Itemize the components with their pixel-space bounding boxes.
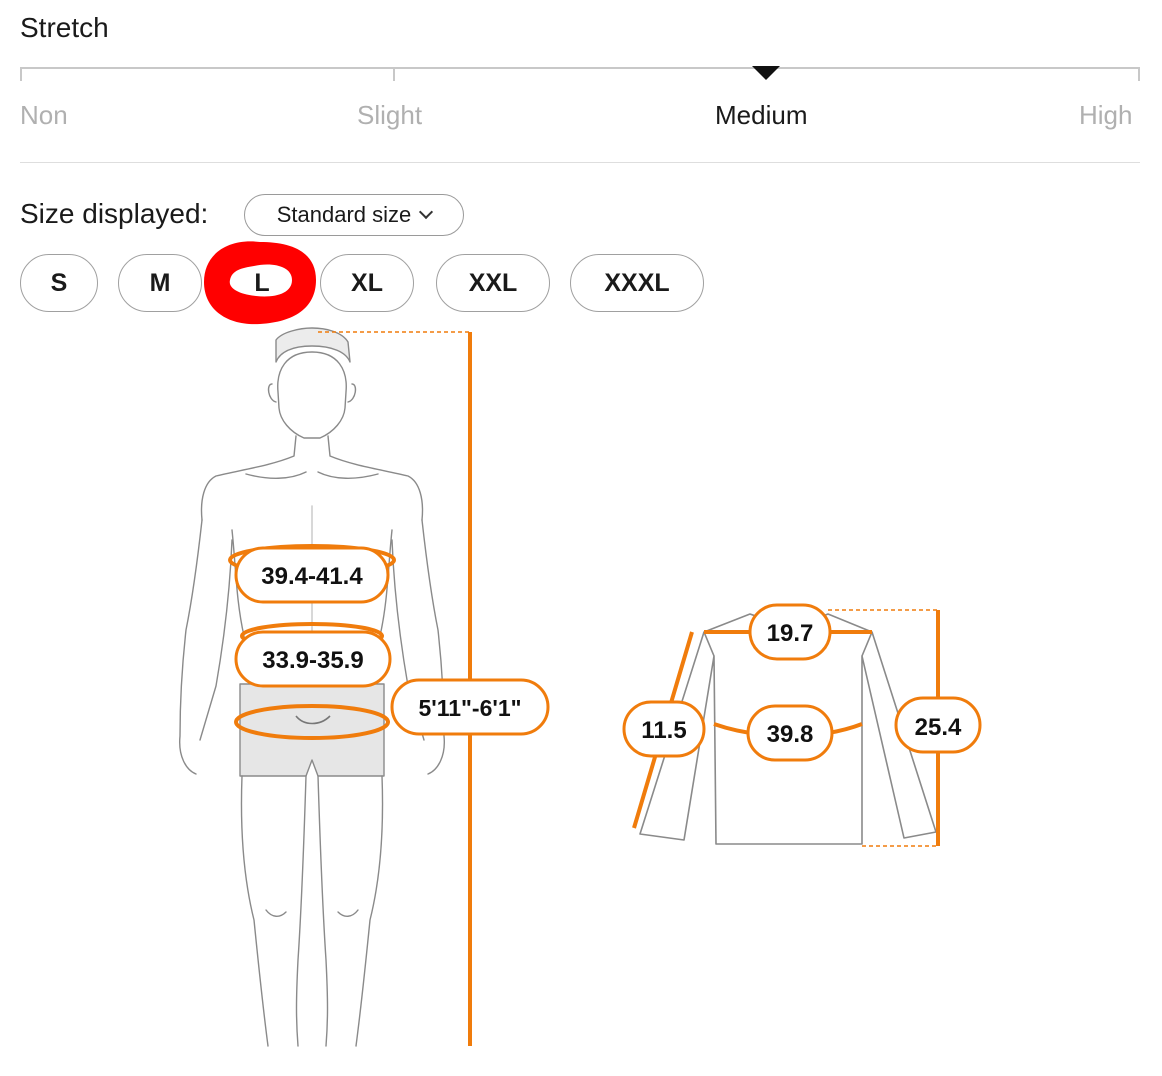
stretch-selected-marker bbox=[752, 66, 780, 80]
stretch-level-high: High bbox=[1079, 100, 1133, 130]
size-button-xl[interactable]: XL bbox=[320, 254, 414, 312]
measurement-shoulder-pill: 19.7 bbox=[748, 603, 832, 661]
stretch-level-non: Non bbox=[20, 100, 68, 130]
size-displayed-label: Size displayed: bbox=[20, 198, 209, 229]
size-button-xxxl[interactable]: XXXL bbox=[570, 254, 704, 312]
size-guide-figure: 39.4-41.4 33.9-35.9 5'11"-6'1" 19.7 11.5… bbox=[179, 327, 982, 1047]
selection-highlight-scribble bbox=[204, 241, 316, 325]
measurement-waist-pill: 33.9-35.9 bbox=[234, 630, 392, 688]
measurement-chest-pill: 39.4-41.4 bbox=[234, 546, 390, 604]
garment-sleeve-value: 11.5 bbox=[641, 717, 686, 744]
stretch-tick bbox=[1138, 67, 1140, 81]
size-button-s[interactable]: S bbox=[20, 254, 98, 312]
garment-chest-value: 39.8 bbox=[767, 721, 814, 748]
size-standard-dropdown[interactable]: Standard size bbox=[244, 194, 464, 236]
stretch-level-medium: Medium bbox=[715, 100, 808, 130]
stretch-scale-track bbox=[20, 67, 1140, 69]
chevron-down-icon bbox=[419, 204, 434, 220]
dropdown-value: Standard size bbox=[276, 202, 412, 227]
body-waist-value: 33.9-35.9 bbox=[262, 647, 363, 674]
stretch-level-slight: Slight bbox=[357, 100, 423, 130]
measurement-garment-chest-pill: 39.8 bbox=[746, 704, 834, 762]
measurement-sleeve-pill: 11.5 bbox=[622, 700, 706, 758]
measurement-height-pill: 5'11"-6'1" bbox=[390, 678, 550, 736]
stretch-tick bbox=[393, 67, 395, 81]
stretch-tick bbox=[20, 67, 22, 81]
size-button-xxl[interactable]: XXL bbox=[436, 254, 550, 312]
stretch-title: Stretch bbox=[20, 12, 109, 43]
section-divider bbox=[20, 162, 1140, 163]
size-button-m[interactable]: M bbox=[118, 254, 202, 312]
measurement-length-pill: 25.4 bbox=[894, 696, 982, 754]
body-chest-value: 39.4-41.4 bbox=[261, 563, 363, 590]
garment-length-value: 25.4 bbox=[915, 714, 962, 741]
garment-shoulder-value: 19.7 bbox=[767, 620, 814, 647]
body-height-value: 5'11"-6'1" bbox=[418, 695, 521, 721]
